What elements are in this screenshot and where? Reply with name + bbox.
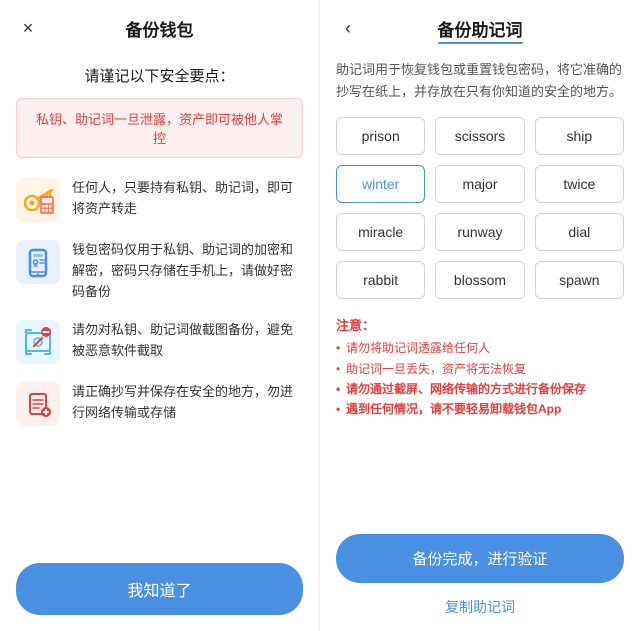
right-bottom: 备份完成，进行验证 复制助记词 — [320, 524, 640, 631]
security-item-3: 请勿对私钥、助记词做截图备份，避免被恶意软件截取 — [16, 320, 303, 364]
right-header: ‹ 备份助记词 — [320, 0, 640, 49]
copy-mnemonic-link[interactable]: 复制助记词 — [336, 593, 624, 625]
mnemonic-word-1: prison — [336, 117, 425, 155]
note-item-4: 遇到任何情况，请不要轻易卸载钱包App — [336, 399, 624, 419]
left-title: 备份钱包 — [126, 16, 194, 41]
mnemonic-word-5: major — [435, 165, 524, 203]
back-button[interactable]: ‹ — [336, 17, 360, 41]
security-item-1: 任何人，只要持有私钥、助记词，即可将资产转走 — [16, 178, 303, 222]
security-item-2: 钱包密码仅用于私钥、助记词的加密和解密，密码只存储在手机上，请做好密码备份 — [16, 240, 303, 302]
mnemonic-grid: prison scissors ship winter major twice … — [320, 113, 640, 311]
close-button[interactable]: × — [16, 17, 40, 41]
warning-banner: 私钥、助记词一旦泄露，资产即可被他人掌控 — [16, 98, 303, 158]
left-bottom: 我知道了 — [0, 547, 319, 631]
save-secure-icon — [16, 382, 60, 426]
mnemonic-word-2: scissors — [435, 117, 524, 155]
note-item-3: 请勿通过截屏、网络传输的方式进行备份保存 — [336, 379, 624, 399]
left-subtitle: 请谨记以下安全要点： — [0, 57, 319, 98]
security-items-list: 任何人，只要持有私钥、助记词，即可将资产转走 钱包密码仅用于私钥、助记词的加密和… — [0, 174, 319, 547]
mnemonic-word-6: twice — [535, 165, 624, 203]
note-item-2: 助记词一旦丢失，资产将无法恢复 — [336, 359, 624, 379]
security-text-3: 请勿对私钥、助记词做截图备份，避免被恶意软件截取 — [72, 320, 303, 362]
notes-list: 请勿将助记词透露给任何人 助记词一旦丢失，资产将无法恢复 请勿通过截屏、网络传输… — [336, 338, 624, 420]
phone-lock-icon — [16, 240, 60, 284]
mnemonic-word-8: runway — [435, 213, 524, 251]
notes-title: 注意： — [336, 315, 624, 334]
security-text-4: 请正确抄写并保存在安全的地方，勿进行网络传输或存储 — [72, 382, 303, 424]
right-panel: ‹ 备份助记词 助记词用于恢复钱包或重置钱包密码，将它准确的抄写在纸上，并存放在… — [320, 0, 640, 631]
security-text-1: 任何人，只要持有私钥、助记词，即可将资产转走 — [72, 178, 303, 220]
security-text-2: 钱包密码仅用于私钥、助记词的加密和解密，密码只存储在手机上，请做好密码备份 — [72, 240, 303, 302]
mnemonic-word-7: miracle — [336, 213, 425, 251]
screenshot-ban-icon — [16, 320, 60, 364]
mnemonic-word-10: rabbit — [336, 261, 425, 299]
notes-section: 注意： 请勿将助记词透露给任何人 助记词一旦丢失，资产将无法恢复 请勿通过截屏、… — [320, 311, 640, 428]
mnemonic-word-4: winter — [336, 165, 425, 203]
left-panel: × 备份钱包 请谨记以下安全要点： 私钥、助记词一旦泄露，资产即可被他人掌控 — [0, 0, 320, 631]
backup-complete-button[interactable]: 备份完成，进行验证 — [336, 534, 624, 583]
note-item-1: 请勿将助记词透露给任何人 — [336, 338, 624, 358]
right-title: 备份助记词 — [438, 16, 523, 41]
right-title-wrapper: 备份助记词 — [368, 16, 592, 41]
mnemonic-word-11: blossom — [435, 261, 524, 299]
right-description: 助记词用于恢复钱包或重置钱包密码，将它准确的抄写在纸上，并存放在只有你知道的安全… — [320, 49, 640, 113]
mnemonic-word-12: spawn — [535, 261, 624, 299]
mnemonic-word-9: dial — [535, 213, 624, 251]
security-item-4: 请正确抄写并保存在安全的地方，勿进行网络传输或存储 — [16, 382, 303, 426]
left-header: × 备份钱包 — [0, 0, 319, 57]
mnemonic-word-3: ship — [535, 117, 624, 155]
key-icon — [16, 178, 60, 222]
acknowledge-button[interactable]: 我知道了 — [16, 563, 303, 615]
